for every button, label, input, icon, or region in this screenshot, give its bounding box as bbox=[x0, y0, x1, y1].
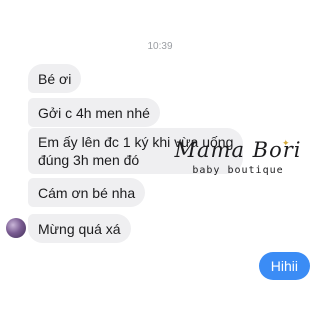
received-message-bubble[interactable]: Bé ơi bbox=[28, 64, 82, 93]
received-message-bubble[interactable]: Gởi c 4h men nhé bbox=[28, 98, 160, 127]
message-text: Mừng quá xá bbox=[38, 221, 121, 237]
contact-avatar[interactable] bbox=[6, 218, 26, 238]
message-text: Cám ơn bé nha bbox=[38, 185, 136, 201]
message-timestamp: 10:39 bbox=[147, 41, 173, 52]
chat-screen: 10:39 Bé ơi Gởi c 4h men nhé Em ấy lên đ… bbox=[0, 0, 320, 320]
sent-message-bubble[interactable]: Hihii bbox=[258, 252, 310, 280]
message-text: Bé ơi bbox=[38, 71, 72, 87]
star-icon: ✦ bbox=[282, 138, 290, 148]
watermark-subtitle: baby boutique bbox=[192, 165, 284, 176]
received-message-bubble[interactable]: Cám ơn bé nha bbox=[28, 178, 146, 207]
received-message-bubble[interactable]: Mừng quá xá bbox=[28, 214, 131, 243]
message-text: Gởi c 4h men nhé bbox=[38, 105, 150, 121]
